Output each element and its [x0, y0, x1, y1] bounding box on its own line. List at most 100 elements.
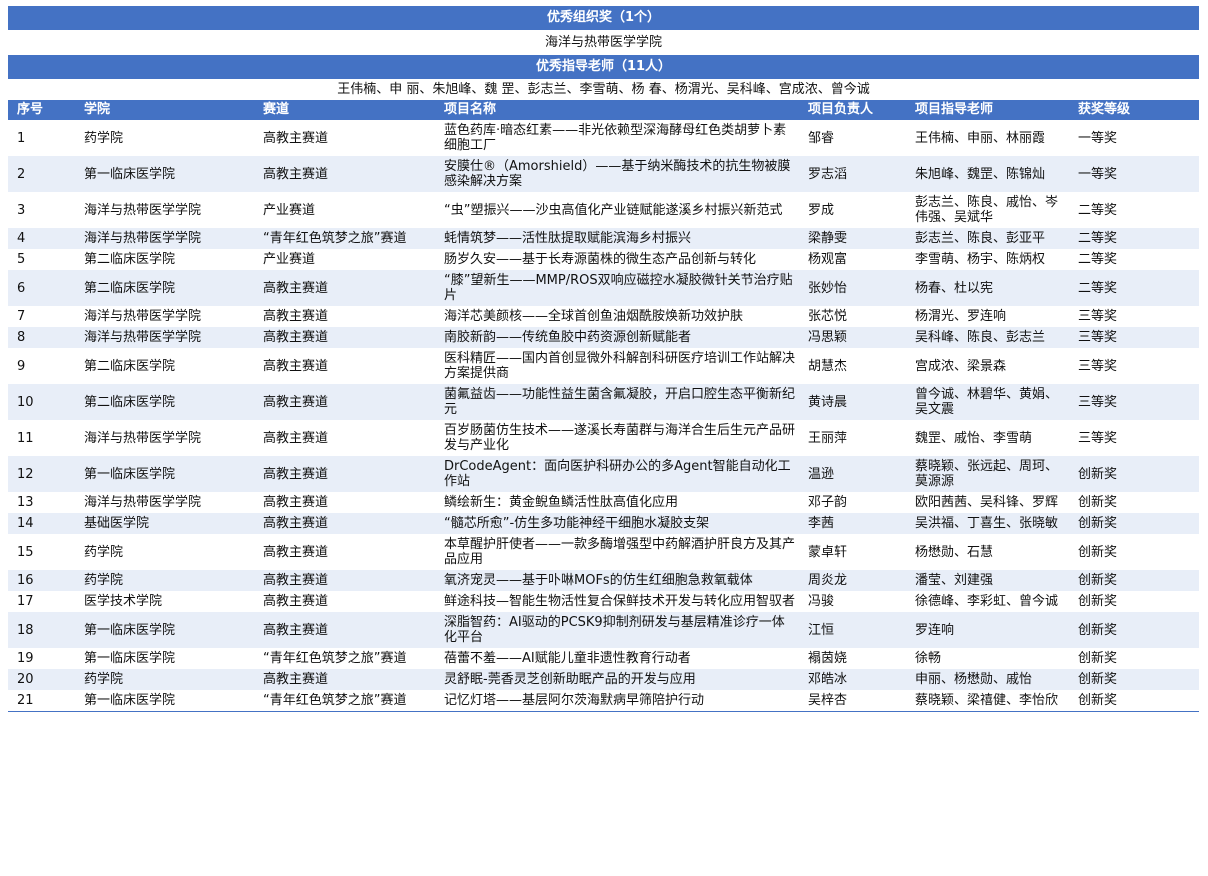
cell-college: 第二临床医学院 [75, 348, 254, 384]
cell-project-leader: 黄诗晨 [799, 384, 906, 420]
cell-track: 高教主赛道 [254, 669, 435, 690]
cell-index: 5 [8, 249, 75, 270]
cell-index: 21 [8, 690, 75, 711]
cell-award-level: 创新奖 [1069, 570, 1199, 591]
cell-project-leader: 张妙怡 [799, 270, 906, 306]
cell-advisors: 吴洪福、丁喜生、张晓敏 [906, 513, 1069, 534]
cell-project-name: 蓓蕾不羞——AI赋能儿童非遗性教育行动者 [435, 648, 799, 669]
cell-college: 基础医学院 [75, 513, 254, 534]
cell-award-level: 二等奖 [1069, 270, 1199, 306]
cell-award-level: 创新奖 [1069, 492, 1199, 513]
cell-project-name: 安膜仕®（Amorshield）——基于纳米酶技术的抗生物被膜感染解决方案 [435, 156, 799, 192]
cell-project-leader: 王丽萍 [799, 420, 906, 456]
cell-award-level: 三等奖 [1069, 306, 1199, 327]
table-row: 14 基础医学院 高教主赛道 “髓芯所愈”-仿生多功能神经干细胞水凝胶支架 李茜 吴洪福、… [8, 513, 1199, 534]
cell-index: 9 [8, 348, 75, 384]
header-track: 赛道 [254, 100, 435, 120]
cell-advisors: 蔡晓颖、张远起、周珂、莫源源 [906, 456, 1069, 492]
cell-college: 药学院 [75, 570, 254, 591]
cell-project-leader: 周炎龙 [799, 570, 906, 591]
cell-project-name: 本草醒护肝使者——一款多酶增强型中药解酒护肝良方及其产品应用 [435, 534, 799, 570]
cell-college: 第一临床医学院 [75, 648, 254, 669]
cell-track: 高教主赛道 [254, 156, 435, 192]
cell-project-leader: 温逊 [799, 456, 906, 492]
table-body: 1 药学院 高教主赛道 蓝色药库·暗态红素——非光依赖型深海酵母红色类胡萝卜素细胞工厂… [8, 120, 1199, 711]
cell-index: 6 [8, 270, 75, 306]
cell-award-level: 创新奖 [1069, 513, 1199, 534]
cell-advisors: 杨懋勋、石慧 [906, 534, 1069, 570]
cell-track: 高教主赛道 [254, 492, 435, 513]
cell-project-leader: 罗成 [799, 192, 906, 228]
cell-index: 1 [8, 120, 75, 156]
awards-table: 序号 学院 赛道 项目名称 项目负责人 项目指导老师 获奖等级 1 药学院 高教主赛… [8, 100, 1199, 711]
cell-track: 高教主赛道 [254, 384, 435, 420]
cell-index: 11 [8, 420, 75, 456]
header-index: 序号 [8, 100, 75, 120]
cell-advisors: 曾今诚、林碧华、黄娟、吴文震 [906, 384, 1069, 420]
cell-advisors: 徐畅 [906, 648, 1069, 669]
table-row: 18 第一临床医学院 高教主赛道 深脂智药：AI驱动的PCSK9抑制剂研发与基层精准诊… [8, 612, 1199, 648]
cell-project-name: 深脂智药：AI驱动的PCSK9抑制剂研发与基层精准诊疗一体化平台 [435, 612, 799, 648]
cell-college: 药学院 [75, 669, 254, 690]
cell-advisors: 王伟楠、申丽、林丽霞 [906, 120, 1069, 156]
cell-award-level: 创新奖 [1069, 648, 1199, 669]
cell-award-level: 二等奖 [1069, 192, 1199, 228]
table-row: 15 药学院 高教主赛道 本草醒护肝使者——一款多酶增强型中药解酒护肝良方及其产品应用… [8, 534, 1199, 570]
cell-project-name: 鳞绘新生：黄金鲵鱼鳞活性肽高值化应用 [435, 492, 799, 513]
cell-project-name: 南胶新韵——传统鱼胶中药资源创新赋能者 [435, 327, 799, 348]
table-row: 5 第二临床医学院 产业赛道 肠岁久安——基于长寿源菌株的微生态产品创新与转化 杨观富李… [8, 249, 1199, 270]
cell-index: 4 [8, 228, 75, 249]
cell-college: 第二临床医学院 [75, 270, 254, 306]
cell-track: 高教主赛道 [254, 306, 435, 327]
cell-index: 2 [8, 156, 75, 192]
cell-college: 海洋与热带医学学院 [75, 492, 254, 513]
cell-project-name: “膝”望新生——MMP/ROS双响应磁控水凝胶微针关节治疗贴片 [435, 270, 799, 306]
cell-advisors: 杨春、杜以宪 [906, 270, 1069, 306]
cell-award-level: 一等奖 [1069, 156, 1199, 192]
table-row: 8 海洋与热带医学学院 高教主赛道 南胶新韵——传统鱼胶中药资源创新赋能者 冯思颖 吴科峰… [8, 327, 1199, 348]
cell-college: 药学院 [75, 120, 254, 156]
cell-track: 高教主赛道 [254, 348, 435, 384]
cell-advisors: 朱旭峰、魏罡、陈锦灿 [906, 156, 1069, 192]
cell-award-level: 创新奖 [1069, 669, 1199, 690]
cell-award-level: 创新奖 [1069, 534, 1199, 570]
cell-college: 第二临床医学院 [75, 249, 254, 270]
cell-index: 14 [8, 513, 75, 534]
cell-track: 高教主赛道 [254, 612, 435, 648]
cell-award-level: 三等奖 [1069, 348, 1199, 384]
cell-college: 海洋与热带医学学院 [75, 327, 254, 348]
cell-track: 高教主赛道 [254, 420, 435, 456]
table-row: 1 药学院 高教主赛道 蓝色药库·暗态红素——非光依赖型深海酵母红色类胡萝卜素细胞工厂… [8, 120, 1199, 156]
cell-track: “青年红色筑梦之旅”赛道 [254, 648, 435, 669]
cell-project-name: 记忆灯塔——基层阿尔茨海默病早筛陪护行动 [435, 690, 799, 711]
awards-sheet: 优秀组织奖（1个） 海洋与热带医学学院 优秀指导老师（11人） 王伟楠、申 丽、… [8, 6, 1199, 712]
header-advisors: 项目指导老师 [906, 100, 1069, 120]
cell-project-name: 海洋芯美颜核——全球首创鱼油烟酰胺焕新功效护肤 [435, 306, 799, 327]
cell-advisors: 罗连响 [906, 612, 1069, 648]
cell-advisors: 宫成浓、梁景森 [906, 348, 1069, 384]
cell-index: 10 [8, 384, 75, 420]
cell-project-name: 鲜途科技—智能生物活性复合保鲜技术开发与转化应用智驭者 [435, 591, 799, 612]
cell-project-name: DrCodeAgent：面向医护科研办公的多Agent智能自动化工作站 [435, 456, 799, 492]
cell-award-level: 创新奖 [1069, 456, 1199, 492]
org-award-winner: 海洋与热带医学学院 [8, 30, 1199, 55]
cell-advisors: 徐德峰、李彩虹、曾今诚 [906, 591, 1069, 612]
table-row: 20 药学院 高教主赛道 灵舒眠-莞香灵芝创新助眠产品的开发与应用 邓皓冰 申丽、杨懋勋、… [8, 669, 1199, 690]
header-award-level: 获奖等级 [1069, 100, 1199, 120]
cell-index: 3 [8, 192, 75, 228]
cell-index: 13 [8, 492, 75, 513]
cell-project-leader: 李茜 [799, 513, 906, 534]
cell-index: 7 [8, 306, 75, 327]
table-row: 21 第一临床医学院 “青年红色筑梦之旅”赛道 记忆灯塔——基层阿尔茨海默病早筛陪护行… [8, 690, 1199, 711]
cell-project-name: 百岁肠菌仿生技术——遂溪长寿菌群与海洋合生后生元产品研发与产业化 [435, 420, 799, 456]
cell-college: 海洋与热带医学学院 [75, 192, 254, 228]
cell-index: 15 [8, 534, 75, 570]
cell-track: 高教主赛道 [254, 534, 435, 570]
cell-award-level: 三等奖 [1069, 327, 1199, 348]
cell-college: 第二临床医学院 [75, 384, 254, 420]
table-row: 16 药学院 高教主赛道 氧济宠灵——基于卟啉MOFs的仿生红细胞急救氧载体 周炎龙 潘莹… [8, 570, 1199, 591]
cell-track: 高教主赛道 [254, 570, 435, 591]
cell-project-leader: 冯思颖 [799, 327, 906, 348]
cell-advisors: 吴科峰、陈良、彭志兰 [906, 327, 1069, 348]
table-row: 19 第一临床医学院 “青年红色筑梦之旅”赛道 蓓蕾不羞——AI赋能儿童非遗性教育行动… [8, 648, 1199, 669]
